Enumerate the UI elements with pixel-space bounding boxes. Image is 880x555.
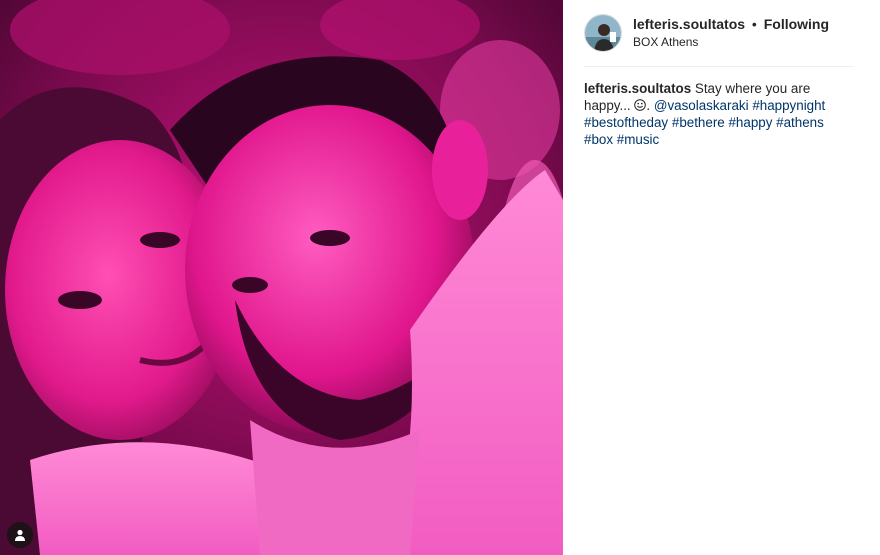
smiling-face-icon xyxy=(634,99,647,111)
hashtag-link[interactable]: #happy xyxy=(728,115,772,130)
hashtag-link[interactable]: #happynight xyxy=(752,98,825,113)
author-username[interactable]: lefteris.soultatos xyxy=(633,16,745,32)
user-tags-button[interactable] xyxy=(7,522,33,548)
post-side-panel: lefteris.soultatos • Following BOX Athen… xyxy=(563,0,880,555)
header-author-line: lefteris.soultatos • Following xyxy=(633,16,829,33)
location-link[interactable]: BOX Athens xyxy=(633,35,829,50)
hashtag-link[interactable]: #box xyxy=(584,132,613,147)
hashtag-link[interactable]: #athens xyxy=(776,115,824,130)
post-header-text: lefteris.soultatos • Following BOX Athen… xyxy=(633,16,829,50)
profile-photo-icon xyxy=(585,15,621,51)
post-caption: lefteris.soultatos Stay where you are ha… xyxy=(584,80,854,148)
header-divider xyxy=(584,66,854,67)
photo-image xyxy=(0,0,563,555)
following-button[interactable]: Following xyxy=(764,16,829,32)
caption-username[interactable]: lefteris.soultatos xyxy=(584,81,691,96)
post-header: lefteris.soultatos • Following BOX Athen… xyxy=(584,11,854,55)
hashtag-link[interactable]: #music xyxy=(617,132,659,147)
instagram-post: lefteris.soultatos • Following BOX Athen… xyxy=(0,0,880,555)
separator-dot: • xyxy=(751,16,757,32)
hashtag-link[interactable]: #bethere xyxy=(672,115,725,130)
caption-period: . xyxy=(646,98,651,113)
mention-link[interactable]: @vasolaskaraki xyxy=(654,98,749,113)
hashtag-link[interactable]: #bestoftheday xyxy=(584,115,668,130)
user-tags-icon xyxy=(15,529,25,541)
author-avatar[interactable] xyxy=(584,14,622,52)
post-photo[interactable] xyxy=(0,0,563,555)
